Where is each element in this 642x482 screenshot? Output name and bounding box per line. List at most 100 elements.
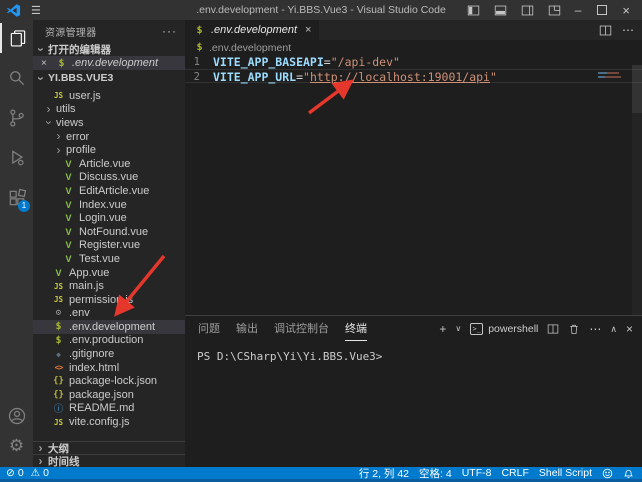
vue-icon: V <box>52 268 65 278</box>
tree-item-vite.config.js[interactable]: JSvite.config.js <box>33 415 185 429</box>
account-icon[interactable] <box>0 401 33 431</box>
html-icon: <> <box>52 363 65 372</box>
env-file-icon: $ <box>55 58 68 69</box>
tree-item-user.js[interactable]: JSuser.js <box>33 89 185 103</box>
tree-item-error[interactable]: ›error <box>33 130 185 144</box>
timeline-section[interactable]: › 时间线 <box>33 454 185 467</box>
url-link[interactable]: http://localhost:19001/api <box>310 70 490 82</box>
tree-item-permission.js[interactable]: JSpermission.js <box>33 293 185 307</box>
tree-item-profile[interactable]: ›profile <box>33 143 185 157</box>
tree-item-label: package-lock.json <box>69 375 157 387</box>
split-terminal-icon[interactable] <box>547 323 559 335</box>
json-icon: {} <box>52 390 65 400</box>
panel-tab-输出[interactable]: 输出 <box>236 317 258 341</box>
tree-item-Article.vue[interactable]: VArticle.vue <box>33 157 185 171</box>
toggle-secondary-sidebar-icon[interactable] <box>521 4 534 17</box>
close-window-button[interactable]: × <box>622 4 630 17</box>
activity-bar: 1 ⚙ <box>0 20 33 467</box>
notifications-bell-icon[interactable] <box>623 468 634 479</box>
toggle-panel-icon[interactable] <box>494 4 507 17</box>
source-control-icon[interactable] <box>0 103 33 133</box>
tree-item-label: Test.vue <box>79 253 120 265</box>
tree-item-Discuss.vue[interactable]: VDiscuss.vue <box>33 171 185 185</box>
terminal-shell-name[interactable]: powershell <box>488 323 538 335</box>
indentation[interactable]: 空格: 4 <box>419 466 452 481</box>
open-editors-section[interactable]: › 打开的编辑器 <box>33 42 185 56</box>
sidebar-more-actions-icon[interactable]: ··· <box>162 24 177 38</box>
menu-hamburger-icon[interactable]: ☰ <box>31 4 41 17</box>
close-editor-icon[interactable]: × <box>41 58 55 69</box>
tree-item-package.json[interactable]: {}package.json <box>33 388 185 402</box>
chevron-down-icon: › <box>35 73 46 84</box>
eol-sequence[interactable]: CRLF <box>501 467 528 479</box>
terminal-profile-dropdown-icon[interactable]: ∨ <box>455 323 461 335</box>
tree-item-label: Login.vue <box>79 212 127 224</box>
kill-terminal-icon[interactable] <box>568 323 580 335</box>
vue-icon: V <box>62 186 75 196</box>
maximize-panel-icon[interactable]: ∧ <box>610 323 617 335</box>
extensions-icon[interactable]: 1 <box>0 183 33 213</box>
encoding[interactable]: UTF-8 <box>462 467 492 479</box>
tree-item-utils[interactable]: ›utils <box>33 103 185 117</box>
bottom-panel: 问题输出调试控制台终端 + ∨ >_ powershell ⋯ ∧ × <box>185 315 642 467</box>
explorer-icon[interactable] <box>0 23 33 53</box>
minimize-button[interactable]: – <box>575 4 582 17</box>
tree-item-EditArticle.vue[interactable]: V EditArticle.vue <box>33 184 185 198</box>
panel-more-actions-icon[interactable]: ⋯ <box>589 323 601 335</box>
editor-scrollbar[interactable] <box>632 65 642 315</box>
tree-item-label: NotFound.vue <box>79 226 148 238</box>
customize-layout-icon[interactable] <box>548 4 561 17</box>
tree-item-.gitignore[interactable]: ◆.gitignore <box>33 347 185 361</box>
tree-item-App.vue[interactable]: VApp.vue <box>33 266 185 280</box>
editor-more-actions-icon[interactable]: ⋯ <box>622 23 634 37</box>
settings-gear-icon[interactable]: ⚙ <box>0 431 33 461</box>
toggle-sidebar-icon[interactable] <box>467 4 480 17</box>
tab-env-development[interactable]: $ .env.development × <box>185 20 319 40</box>
js-icon: JS <box>52 282 65 291</box>
terminal-prompt[interactable]: PS D:\CSharp\Yi\Yi.BBS.Vue3> <box>197 350 642 363</box>
tree-item-Register.vue[interactable]: VRegister.vue <box>33 239 185 253</box>
outline-section[interactable]: › 大纲 <box>33 441 185 454</box>
panel-tab-问题[interactable]: 问题 <box>198 317 220 341</box>
editor-area: $ .env.development × ⋯ $ .env.developmen… <box>185 20 642 467</box>
tree-item-Test.vue[interactable]: VTest.vue <box>33 252 185 266</box>
language-mode[interactable]: Shell Script <box>539 467 592 479</box>
tree-item-.env[interactable]: ⚙.env <box>33 307 185 321</box>
vue-icon: V <box>62 213 75 223</box>
code-editor[interactable]: 1 VITE_APP_BASEAPI="/api-dev" 2 VITE_APP… <box>185 55 642 315</box>
tree-item-views[interactable]: ›views <box>33 116 185 130</box>
tree-item-README.md[interactable]: ⓘREADME.md <box>33 402 185 416</box>
cursor-position[interactable]: 行 2, 列 42 <box>359 466 409 481</box>
tree-item-NotFound.vue[interactable]: VNotFound.vue <box>33 225 185 239</box>
code-line-2: 2 VITE_APP_URL="http://localhost:19001/a… <box>185 69 642 83</box>
close-panel-icon[interactable]: × <box>626 323 633 335</box>
problems-status[interactable]: ⊘0 ⚠0 <box>6 467 49 479</box>
tree-item-label: profile <box>66 144 96 156</box>
tree-item-Login.vue[interactable]: V Login.vue <box>33 211 185 225</box>
panel-tab-终端[interactable]: 终端 <box>345 317 367 341</box>
tree-item-label: index.html <box>69 362 119 374</box>
panel-tab-调试控制台[interactable]: 调试控制台 <box>274 317 329 341</box>
tree-item-.env.production[interactable]: $.env.production <box>33 334 185 348</box>
new-terminal-icon[interactable]: + <box>439 323 446 335</box>
search-icon[interactable] <box>0 63 33 93</box>
open-editor-item[interactable]: × $ .env.development <box>33 56 185 70</box>
env-icon: $ <box>52 335 65 346</box>
tree-item-main.js[interactable]: JSmain.js <box>33 279 185 293</box>
tree-item-index.html[interactable]: <> index.html <box>33 361 185 375</box>
project-root-section[interactable]: › YI.BBS.VUE3 <box>33 70 185 86</box>
maximize-button[interactable] <box>595 4 608 17</box>
run-debug-icon[interactable] <box>0 143 33 173</box>
split-editor-icon[interactable] <box>599 24 612 37</box>
minimap[interactable] <box>598 72 628 80</box>
editor-tab-bar: $ .env.development × ⋯ <box>185 20 642 40</box>
tree-item-package-lock.json[interactable]: {}package-lock.json <box>33 374 185 388</box>
powershell-terminal-icon[interactable]: >_ <box>470 323 483 335</box>
feedback-smiley-icon[interactable] <box>602 468 613 479</box>
close-tab-icon[interactable]: × <box>305 24 311 36</box>
tree-item-.env.development[interactable]: $.env.development <box>33 320 185 334</box>
tree-item-label: EditArticle.vue <box>79 185 149 197</box>
tree-item-label: .env.development <box>69 321 155 333</box>
tree-item-Index.vue[interactable]: VIndex.vue <box>33 198 185 212</box>
breadcrumb[interactable]: $ .env.development <box>185 40 642 55</box>
